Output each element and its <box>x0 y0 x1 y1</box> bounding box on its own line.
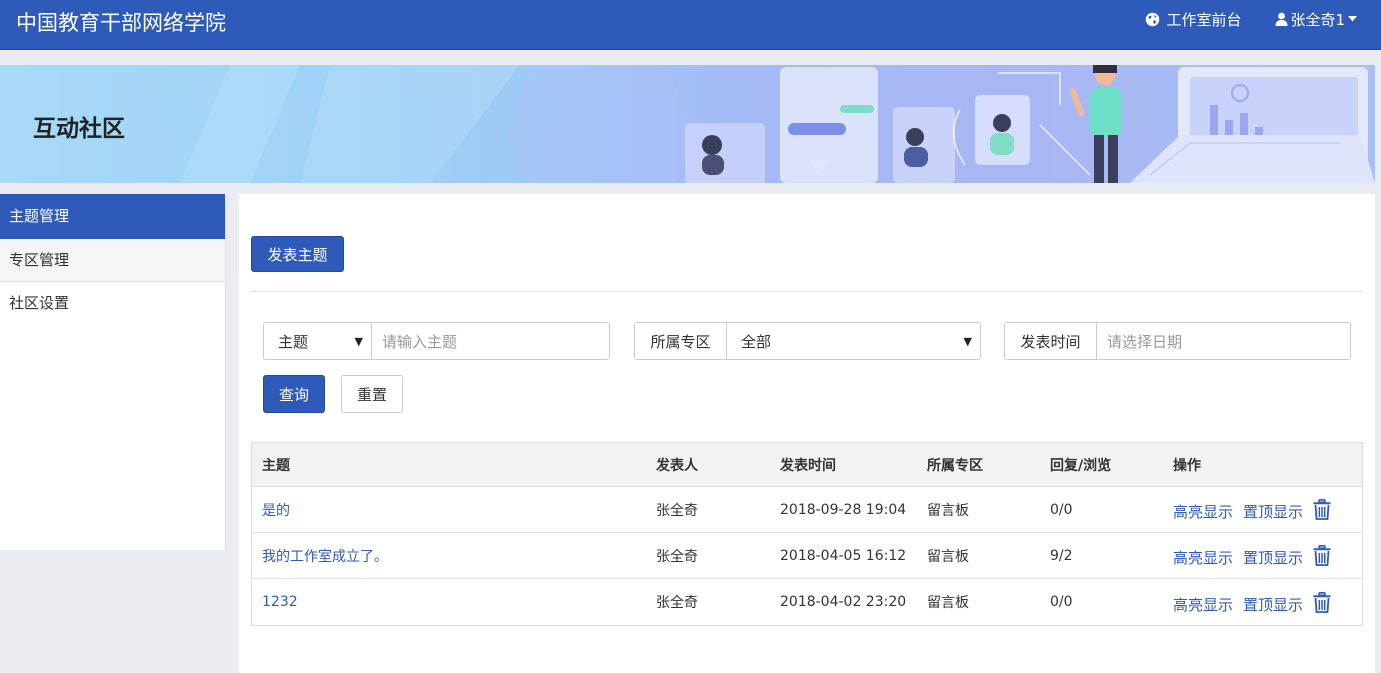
actions-cell: 高亮显示 置顶显示 <box>1163 543 1362 568</box>
highlight-button[interactable]: 高亮显示 <box>1173 497 1233 522</box>
divider <box>251 291 1363 292</box>
user-menu[interactable]: 张全奇1 <box>1275 9 1357 30</box>
table-row: 1232 张全奇 2018-04-02 23:20 留言板 0/0 高亮显示 置… <box>252 579 1362 625</box>
topic-type-value: 主题 <box>278 332 309 351</box>
col-topic: 主题 <box>262 457 290 474</box>
sidebar-item-community-settings[interactable]: 社区设置 <box>0 282 225 325</box>
topics-table: 主题 发表人 发表时间 所属专区 回复/浏览 操作 是的 张全奇 2018-09… <box>251 442 1363 626</box>
table-header: 主题 发表人 发表时间 所属专区 回复/浏览 操作 <box>252 443 1362 487</box>
actions-cell: 高亮显示 置顶显示 <box>1163 590 1362 615</box>
globe-icon <box>1146 12 1160 26</box>
user-icon <box>1275 12 1288 26</box>
zone-select-value: 全部 <box>741 332 772 351</box>
stats-cell: 0/0 <box>1050 501 1073 518</box>
main-panel: 发表主题 主题 ▼ 请输入主题 所属专区 全部 ▼ 发表时间 请选择日期 查询 … <box>239 194 1375 673</box>
topic-filter: 主题 ▼ 请输入主题 <box>263 322 610 360</box>
caret-down-icon: ▼ <box>963 334 972 348</box>
topic-search-input[interactable]: 请输入主题 <box>372 323 609 359</box>
sidebar-item-topic-management[interactable]: 主题管理 <box>0 194 225 239</box>
banner-title: 互动社区 <box>33 116 125 142</box>
caret-down-icon <box>1348 16 1357 22</box>
pin-button[interactable]: 置顶显示 <box>1243 590 1303 615</box>
topic-link[interactable]: 是的 <box>262 503 290 519</box>
publish-topic-button[interactable]: 发表主题 <box>251 236 344 272</box>
top-navbar: 中国教育干部网络学院 工作室前台 张全奇1 <box>0 0 1381 50</box>
col-stats: 回复/浏览 <box>1050 457 1112 474</box>
caret-down-icon: ▼ <box>354 334 363 348</box>
sidebar-item-zone-management[interactable]: 专区管理 <box>0 239 225 282</box>
nav-right: 工作室前台 张全奇1 <box>1145 0 1357 38</box>
site-title[interactable]: 中国教育干部网络学院 <box>16 7 226 37</box>
author-cell: 张全奇 <box>656 595 698 611</box>
time-label: 发表时间 <box>1005 323 1097 359</box>
zone-label: 所属专区 <box>635 323 727 359</box>
highlight-button[interactable]: 高亮显示 <box>1173 543 1233 568</box>
zone-select[interactable]: 全部 ▼ <box>727 323 980 359</box>
studio-front-label: 工作室前台 <box>1166 10 1242 29</box>
studio-front-link[interactable]: 工作室前台 <box>1145 9 1241 30</box>
actions-cell: 高亮显示 置顶显示 <box>1163 497 1362 522</box>
author-cell: 张全奇 <box>656 548 698 565</box>
time-cell: 2018-09-28 19:04 <box>780 501 907 518</box>
user-name: 张全奇1 <box>1290 10 1345 29</box>
table-row: 我的工作室成立了。 张全奇 2018-04-05 16:12 留言板 9/2 高… <box>252 533 1362 579</box>
stats-cell: 0/0 <box>1050 594 1073 610</box>
col-author: 发表人 <box>656 457 698 474</box>
table-row: 是的 张全奇 2018-09-28 19:04 留言板 0/0 高亮显示 置顶显… <box>252 487 1362 533</box>
pin-button[interactable]: 置顶显示 <box>1243 497 1303 522</box>
stats-cell: 9/2 <box>1050 547 1073 564</box>
author-cell: 张全奇 <box>656 502 698 519</box>
col-time: 发表时间 <box>780 457 836 474</box>
banner-illustration <box>180 65 1375 183</box>
highlight-button[interactable]: 高亮显示 <box>1173 590 1233 615</box>
time-filter: 发表时间 请选择日期 <box>1004 322 1351 360</box>
col-zone: 所属专区 <box>927 457 983 474</box>
trash-icon[interactable] <box>1313 591 1331 613</box>
pin-button[interactable]: 置顶显示 <box>1243 543 1303 568</box>
topic-link[interactable]: 1232 <box>262 594 298 610</box>
zone-cell: 留言板 <box>927 548 969 565</box>
time-cell: 2018-04-05 16:12 <box>780 547 907 564</box>
zone-filter: 所属专区 全部 ▼ <box>634 322 981 360</box>
date-picker-input[interactable]: 请选择日期 <box>1097 323 1350 359</box>
trash-icon[interactable] <box>1313 499 1331 520</box>
topic-link[interactable]: 我的工作室成立了。 <box>262 549 388 565</box>
zone-cell: 留言板 <box>927 502 969 519</box>
trash-icon[interactable] <box>1313 545 1331 566</box>
zone-cell: 留言板 <box>927 595 969 611</box>
community-banner: 互动社区 <box>0 65 1375 183</box>
query-button[interactable]: 查询 <box>263 375 325 413</box>
reset-button[interactable]: 重置 <box>341 375 403 413</box>
sidebar: 主题管理 专区管理 社区设置 <box>0 194 226 550</box>
col-actions: 操作 <box>1173 457 1201 474</box>
topic-type-select[interactable]: 主题 ▼ <box>264 323 372 359</box>
time-cell: 2018-04-02 23:20 <box>780 594 907 610</box>
